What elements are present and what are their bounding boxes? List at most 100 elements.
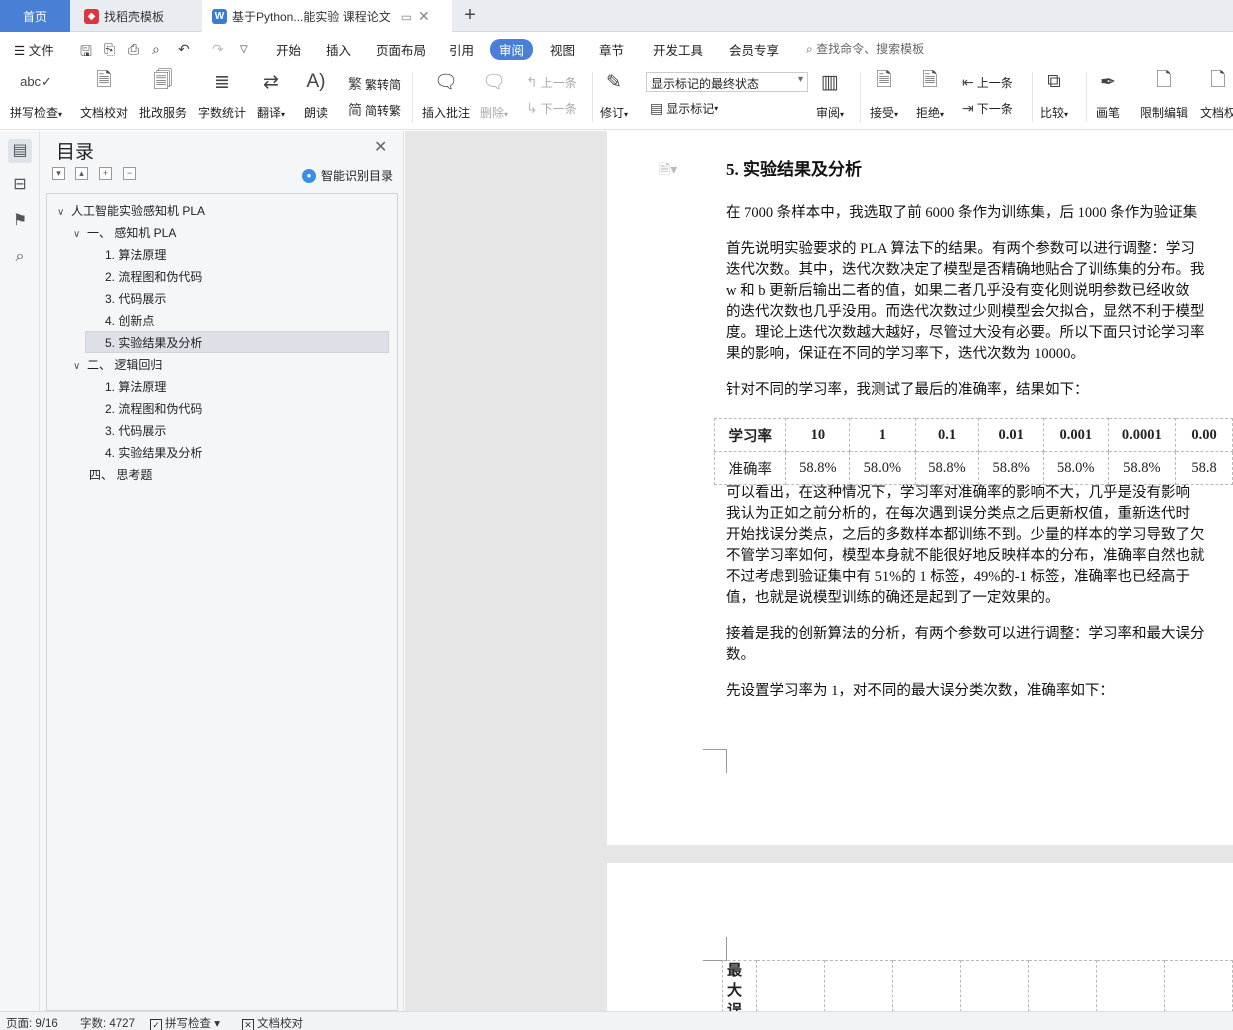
print-icon[interactable]: ⎙	[128, 41, 139, 58]
table-cell: 58.8%	[978, 451, 1044, 485]
add-heading-icon[interactable]: +	[99, 167, 112, 180]
delete-comment-button[interactable]: 🗨 删除▾	[480, 68, 508, 121]
toc-item[interactable]: ∨ 人工智能实验感知机 PLA	[57, 200, 205, 222]
accept-button[interactable]: 🗎 接受▾	[870, 68, 898, 121]
undo-icon[interactable]: ↶	[178, 41, 190, 58]
proof-status-label: 文档校对	[257, 1018, 303, 1030]
redo-icon[interactable]: ↷	[212, 41, 224, 58]
read-aloud-button[interactable]: A) 朗读	[302, 68, 330, 121]
reject-button[interactable]: 🗎 拒绝▾	[916, 68, 944, 121]
show-markup-button[interactable]: ▤ 显示标记 ▾	[650, 100, 718, 117]
toc-item-selected[interactable]: 5. 实验结果及分析	[85, 331, 389, 353]
file-menu-label: 文件	[28, 44, 54, 58]
toc-item[interactable]: 1. 算法原理	[105, 244, 166, 266]
page-indicator[interactable]: 页面: 9/16	[6, 1015, 58, 1030]
menu-reference[interactable]: 引用	[449, 40, 474, 59]
show-markup-icon: ▤	[650, 100, 664, 116]
customize-toolbar-icon[interactable]: ▽	[240, 44, 248, 55]
remove-heading-icon[interactable]: −	[123, 167, 136, 180]
file-menu[interactable]: ☰ 文件	[14, 40, 54, 59]
paragraph-menu-icon[interactable]: 🗎▾	[659, 159, 677, 183]
menu-insert[interactable]: 插入	[326, 40, 351, 59]
max-misclassification-table[interactable]: 最 大 误	[722, 960, 1233, 1011]
toc-item[interactable]: 3. 代码展示	[105, 288, 166, 310]
paragraph: 先设置学习率为 1，对不同的最大误分类次数，准确率如下：	[726, 681, 1233, 702]
toc-item[interactable]: 2. 流程图和伪代码	[105, 266, 202, 288]
learning-rate-table[interactable]: 学习率 10 1 0.1 0.01 0.001 0.0001 0.00 准确率 …	[713, 418, 1233, 485]
checkbox-icon: ✓	[150, 1019, 162, 1030]
table-cell: 0.001	[1042, 418, 1109, 452]
menu-start[interactable]: 开始	[276, 40, 301, 59]
print-preview-icon[interactable]: ⌕	[152, 41, 160, 58]
doc-proof-button[interactable]: 🗎 文档校对	[80, 68, 128, 121]
chevron-down-icon: ▾	[797, 74, 803, 85]
document-rights-button[interactable]: 🗋 文档权	[1200, 68, 1233, 121]
close-icon[interactable]: ✕	[374, 137, 387, 157]
toc-item[interactable]: ∨ 二、 逻辑回归	[73, 354, 162, 376]
menu-developer[interactable]: 开发工具	[653, 40, 703, 59]
toc-item[interactable]: 1. 算法原理	[105, 376, 166, 398]
document-canvas[interactable]: 🗎▾ 5. 实验结果及分析 在 7000 条样本中，我选取了前 6000 条作为…	[405, 131, 1233, 1011]
export-pdf-icon[interactable]: ⎘	[104, 41, 115, 58]
expand-all-icon[interactable]: ▴	[75, 167, 88, 180]
table-cell: 58.8%	[785, 451, 851, 485]
compare-button[interactable]: ⧉ 比较▾	[1040, 68, 1068, 121]
previous-change-icon: ⇤	[962, 74, 974, 90]
markup-mode-select[interactable]: 显示标记的最终状态 ▾	[646, 72, 808, 92]
paragraph: 接着是我的创新算法的分析，有两个参数可以进行调整：学习率和最大误分 数。	[726, 624, 1233, 666]
review-pane-button[interactable]: ▥ 审阅▾	[816, 68, 844, 121]
menu-chapter[interactable]: 章节	[599, 40, 624, 59]
previous-change-button[interactable]: ⇤ 上一条	[962, 74, 1013, 91]
toc-icon[interactable]: ▤	[8, 139, 32, 163]
previous-comment-button[interactable]: ↰ 上一条	[526, 74, 577, 91]
smart-recognize-icon: ●	[302, 168, 316, 183]
spellcheck-button[interactable]: abc✓ 拼写检查▾	[10, 68, 62, 121]
reject-label: 拒绝	[916, 106, 941, 120]
command-search[interactable]: ⌕ 查找命令、搜索模板	[806, 40, 924, 57]
menu-member[interactable]: 会员专享	[729, 40, 779, 59]
track-changes-button[interactable]: ✎ 修订▾	[600, 68, 628, 121]
track-changes-icon: ✎	[606, 71, 622, 93]
toc-item[interactable]: 4. 创新点	[105, 310, 154, 332]
menu-view[interactable]: 视图	[550, 40, 575, 59]
table-header-cell: 最 大 误	[722, 960, 757, 1011]
tab-home[interactable]: 首页	[0, 0, 70, 32]
word-count-button[interactable]: ≣ 字数统计	[198, 68, 246, 121]
traditional-to-simplified-button[interactable]: 繁 繁转简	[348, 74, 401, 94]
word-count-indicator[interactable]: 字数: 4727	[80, 1015, 135, 1030]
tab-template[interactable]: ◆ 找稻壳模板	[74, 0, 200, 32]
bookmark-icon[interactable]: ⚑	[8, 209, 32, 233]
toc-item[interactable]: 3. 代码展示	[105, 420, 166, 442]
pin-icon[interactable]: ▭	[401, 10, 412, 24]
text-line: 值，也就是说模型训练的确还是起到了一定效果的。	[726, 590, 1060, 606]
insert-comment-button[interactable]: 🗨 插入批注	[422, 68, 470, 121]
search-icon[interactable]: ⌕	[8, 245, 32, 269]
simplified-to-traditional-button[interactable]: 简 简转繁	[348, 100, 401, 120]
toc-item[interactable]: ∨ 一、 感知机 PLA	[73, 222, 176, 244]
chapter-nav-icon[interactable]: ⊟	[8, 173, 32, 197]
document-rights-icon: 🗋	[1210, 70, 1226, 91]
translate-button[interactable]: ⇄ 翻译▾	[257, 68, 285, 121]
next-change-button[interactable]: ⇥ 下一条	[962, 100, 1013, 117]
proof-status[interactable]: ✕ 文档校对	[242, 1015, 303, 1030]
toc-item[interactable]: 四、 思考题	[89, 464, 152, 486]
spellcheck-status[interactable]: ✓ 拼写检查 ▾	[150, 1015, 220, 1030]
toc-item[interactable]: 4. 实验结果及分析	[105, 442, 202, 464]
menu-review[interactable]: 审阅	[490, 39, 534, 60]
save-icon[interactable]: 🖫	[80, 41, 92, 65]
correction-service-button[interactable]: 🗐 批改服务	[139, 68, 187, 121]
restrict-edit-button[interactable]: 🗋 限制编辑	[1140, 68, 1188, 121]
tab-document[interactable]: W 基于Python...能实验 课程论文 ▭ ✕	[202, 0, 452, 33]
tab-template-label: 找稻壳模板	[104, 9, 165, 24]
text-line: 针对不同的学习率，我测试了最后的准确率，结果如下：	[726, 382, 1089, 398]
table-cell	[1028, 960, 1097, 1011]
toc-item[interactable]: 2. 流程图和伪代码	[105, 398, 202, 420]
new-tab-button[interactable]: +	[458, 4, 482, 28]
next-comment-button[interactable]: ↳ 下一条	[526, 100, 577, 117]
smart-toc-button[interactable]: ● 智能识别目录	[302, 167, 393, 184]
read-aloud-icon: A)	[306, 71, 326, 92]
close-tab-icon[interactable]: ✕	[418, 8, 430, 25]
menu-page-layout[interactable]: 页面布局	[376, 40, 426, 59]
collapse-all-icon[interactable]: ▾	[52, 167, 65, 180]
pen-button[interactable]: ✒ 画笔	[1094, 68, 1122, 121]
